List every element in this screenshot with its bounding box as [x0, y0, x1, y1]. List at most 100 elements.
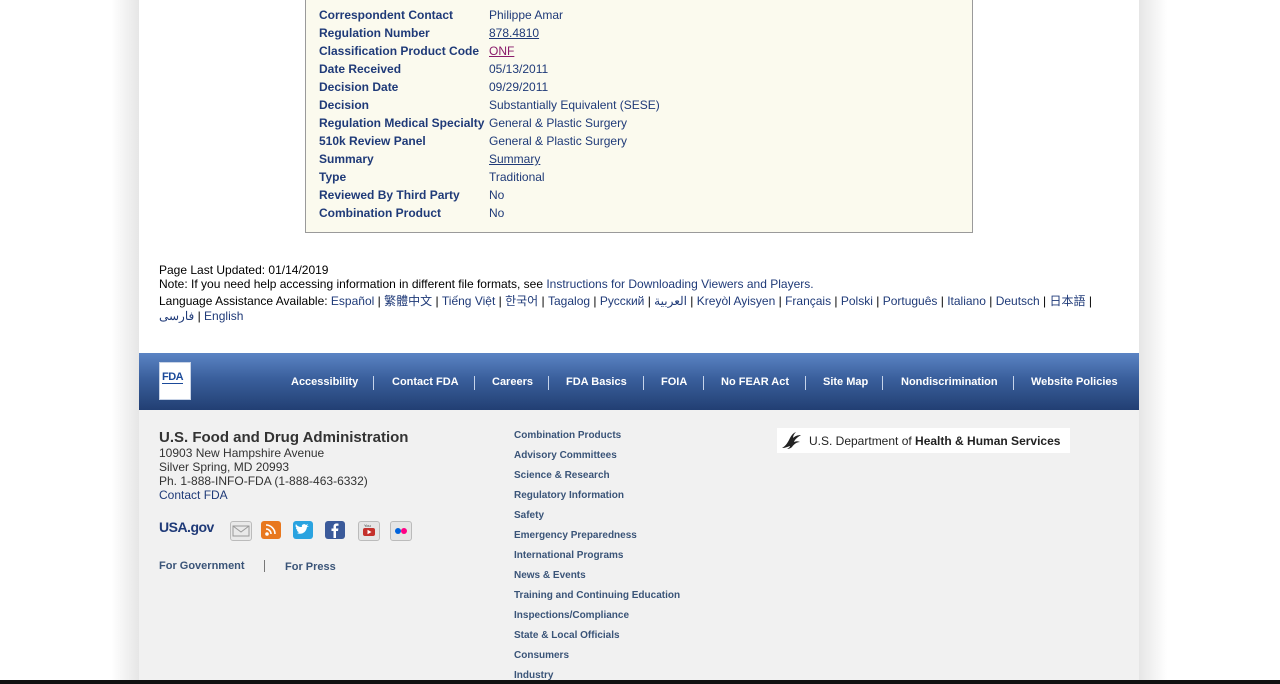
- language-link[interactable]: Italiano: [947, 294, 986, 308]
- detail-label: Regulation Medical Specialty: [319, 116, 485, 130]
- nav-separator: [548, 376, 549, 390]
- detail-value: No: [489, 188, 505, 202]
- for-press-link[interactable]: For Press: [285, 561, 336, 573]
- site-footer: U.S. Food and Drug Administration 10903 …: [139, 410, 1139, 681]
- footer-link[interactable]: Consumers: [514, 650, 569, 661]
- language-separator: |: [538, 294, 548, 308]
- detail-label: Classification Product Code: [319, 44, 480, 58]
- hhs-eagle-icon: [779, 430, 805, 457]
- nav-website-policies[interactable]: Website Policies: [1031, 376, 1118, 388]
- note-text: Note: If you need help accessing informa…: [159, 277, 547, 291]
- language-separator: |: [985, 294, 996, 308]
- language-link[interactable]: Kreyòl Ayisyen: [697, 294, 776, 308]
- language-link[interactable]: 日本語: [1050, 294, 1086, 308]
- detail-label: Regulation Number: [319, 26, 430, 40]
- page-container: Correspondent Contact Philippe Amar Regu…: [139, 0, 1139, 681]
- footer-link[interactable]: Inspections/Compliance: [514, 610, 629, 621]
- language-separator: |: [775, 294, 786, 308]
- language-link[interactable]: Português: [883, 294, 938, 308]
- left-margin: [0, 0, 139, 680]
- nav-separator: [474, 376, 475, 390]
- language-link[interactable]: Français: [785, 294, 831, 308]
- detail-label: 510k Review Panel: [319, 134, 426, 148]
- footer-link[interactable]: Regulatory Information: [514, 490, 624, 501]
- footer-link[interactable]: Emergency Preparedness: [514, 530, 637, 541]
- product-code-link[interactable]: ONF: [489, 44, 514, 58]
- language-separator: |: [831, 294, 841, 308]
- detail-value: 05/13/2011: [489, 62, 549, 76]
- svg-text:You: You: [364, 523, 371, 528]
- fda-logo-text: FDA: [162, 371, 184, 384]
- footer-link[interactable]: Advisory Committees: [514, 450, 617, 461]
- footer-link[interactable]: Science & Research: [514, 470, 610, 481]
- language-link[interactable]: Español: [331, 294, 374, 308]
- footer-link[interactable]: Training and Continuing Education: [514, 590, 680, 601]
- language-link[interactable]: Tagalog: [548, 294, 590, 308]
- hhs-prefix: U.S. Department of: [809, 434, 916, 448]
- hhs-bold: Health & Human Services: [915, 434, 1061, 448]
- language-separator: |: [495, 294, 506, 308]
- fda-logo[interactable]: FDA: [159, 362, 191, 400]
- language-link[interactable]: Deutsch: [996, 294, 1040, 308]
- file-format-note: Note: If you need help accessing informa…: [159, 277, 814, 292]
- rss-icon[interactable]: [261, 521, 281, 539]
- detail-value: 09/29/2011: [489, 80, 549, 94]
- footer-nav-bar: FDA Accessibility Contact FDA Careers FD…: [139, 353, 1139, 410]
- nav-no-fear-act[interactable]: No FEAR Act: [721, 376, 789, 388]
- detail-label: Decision Date: [319, 80, 399, 94]
- language-link[interactable]: 한국어: [505, 294, 538, 308]
- nav-fda-basics[interactable]: FDA Basics: [566, 376, 627, 388]
- usagov-text: USA.gov: [159, 519, 214, 535]
- language-link[interactable]: 繁體中文: [384, 294, 432, 308]
- detail-value: Philippe Amar: [489, 8, 564, 22]
- language-separator: |: [686, 294, 697, 308]
- footer-link[interactable]: Safety: [514, 510, 544, 521]
- language-link[interactable]: Tiếng Việt: [442, 294, 495, 308]
- footer-link[interactable]: State & Local Officials: [514, 630, 620, 641]
- regulation-number-link[interactable]: 878.4810: [489, 26, 539, 40]
- hhs-text: U.S. Department of Health & Human Servic…: [809, 434, 1060, 448]
- language-separator: |: [194, 309, 205, 323]
- usagov-logo[interactable]: USA.gov: [159, 519, 214, 535]
- language-assistance: Language Assistance Available: Español |…: [159, 294, 1121, 324]
- language-separator: |: [1039, 294, 1050, 308]
- language-separator: |: [644, 294, 655, 308]
- nav-separator: [882, 376, 883, 390]
- youtube-icon[interactable]: You: [358, 521, 380, 541]
- bottom-edge: [0, 680, 1280, 684]
- language-separator: |: [872, 294, 883, 308]
- language-link[interactable]: English: [204, 309, 243, 323]
- detail-value: Traditional: [489, 170, 545, 184]
- twitter-icon[interactable]: [293, 521, 313, 539]
- address-line-1: 10903 New Hampshire Avenue: [159, 446, 325, 460]
- email-icon[interactable]: [230, 521, 252, 541]
- nav-careers[interactable]: Careers: [492, 376, 533, 388]
- language-link[interactable]: العربية: [654, 294, 687, 308]
- nav-site-map[interactable]: Site Map: [823, 376, 868, 388]
- contact-fda-link[interactable]: Contact FDA: [159, 488, 228, 502]
- nav-accessibility[interactable]: Accessibility: [291, 376, 358, 388]
- language-link[interactable]: فارسی: [159, 309, 194, 323]
- facebook-icon[interactable]: [325, 521, 345, 539]
- nav-separator: [703, 376, 704, 390]
- language-link[interactable]: Русский: [600, 294, 645, 308]
- nav-contact-fda[interactable]: Contact FDA: [392, 376, 459, 388]
- nav-nondiscrimination[interactable]: Nondiscrimination: [901, 376, 998, 388]
- language-separator: |: [937, 294, 948, 308]
- detail-label: Correspondent Contact: [319, 8, 454, 22]
- for-government-link[interactable]: For Government: [159, 560, 245, 572]
- org-name: U.S. Food and Drug Administration: [159, 429, 409, 446]
- flickr-icon[interactable]: [390, 521, 412, 541]
- footer-link[interactable]: International Programs: [514, 550, 623, 561]
- detail-label: Summary: [319, 152, 374, 166]
- device-detail-table: Correspondent Contact Philippe Amar Regu…: [305, 0, 973, 233]
- nav-foia[interactable]: FOIA: [661, 376, 687, 388]
- detail-label: Reviewed By Third Party: [319, 188, 460, 202]
- summary-link[interactable]: Summary: [489, 152, 540, 166]
- footer-link[interactable]: Combination Products: [514, 430, 621, 441]
- viewers-players-link[interactable]: Instructions for Downloading Viewers and…: [546, 277, 813, 291]
- language-link[interactable]: Polski: [841, 294, 873, 308]
- detail-value: Substantially Equivalent (SESE): [489, 98, 660, 112]
- hhs-logo[interactable]: U.S. Department of Health & Human Servic…: [777, 428, 1070, 453]
- footer-link[interactable]: News & Events: [514, 570, 586, 581]
